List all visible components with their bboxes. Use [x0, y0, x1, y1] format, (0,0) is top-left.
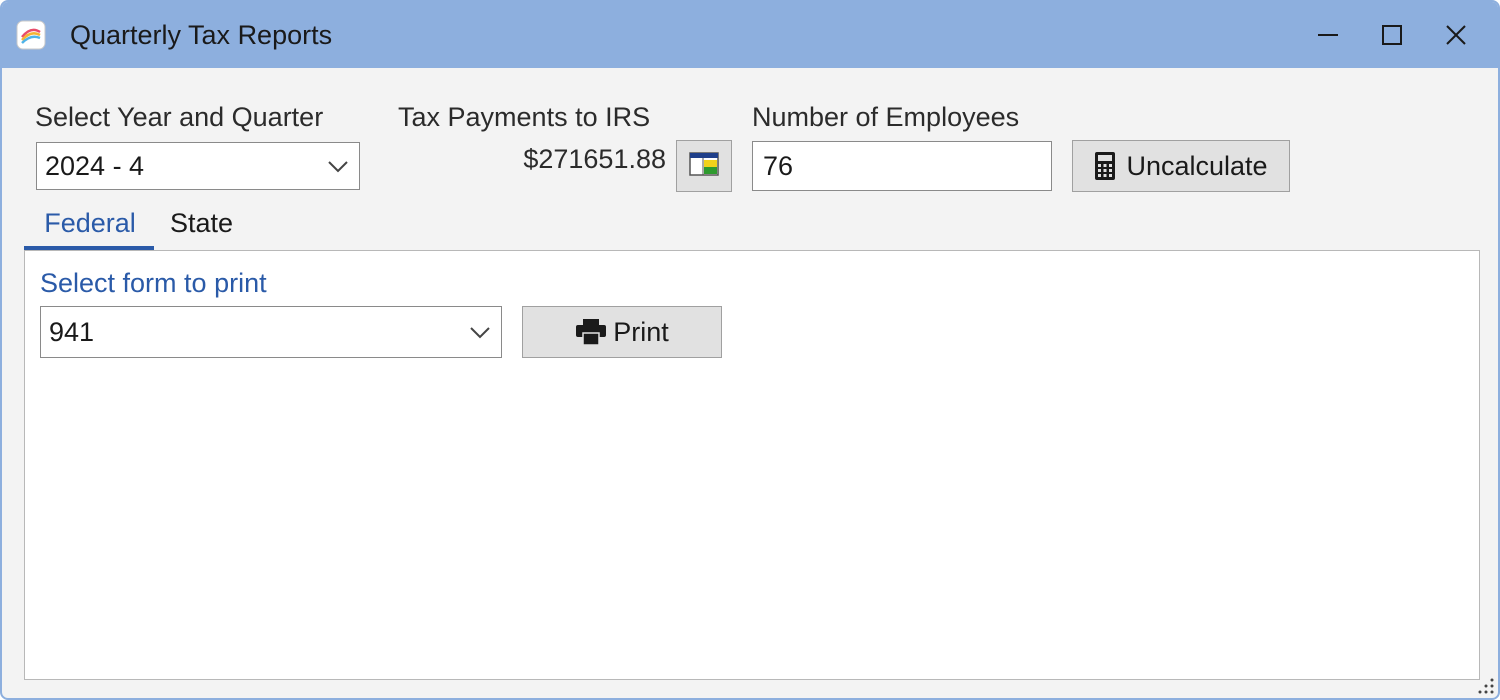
print-label: Print: [613, 316, 669, 347]
select-form-label: Select form to print: [40, 268, 267, 298]
chevron-down-icon: [327, 158, 349, 179]
form-select-value: 941: [49, 317, 95, 347]
printer-icon: [575, 318, 607, 346]
employees-label: Number of Employees: [752, 102, 1020, 132]
minimize-icon: [1316, 23, 1340, 47]
irs-payments-detail-button[interactable]: [676, 140, 732, 192]
year-quarter-value: 2024 - 4: [45, 151, 145, 181]
app-icon: [16, 20, 46, 50]
minimize-button[interactable]: [1300, 10, 1356, 60]
uncalculate-label: Uncalculate: [1126, 150, 1268, 181]
employees-input[interactable]: [752, 141, 1052, 191]
irs-payments-amount: $271651.88: [523, 144, 666, 174]
year-quarter-label: Select Year and Quarter: [35, 102, 324, 132]
quarterly-tax-reports-window: Quarterly Tax Reports Select Year and Qu…: [0, 0, 1500, 700]
maximize-icon: [1380, 23, 1404, 47]
calculator-icon: [1094, 151, 1116, 181]
print-button[interactable]: Print: [522, 306, 722, 358]
chevron-down-icon: [469, 324, 491, 345]
maximize-button[interactable]: [1364, 10, 1420, 60]
table-view-icon: [689, 151, 719, 181]
close-button[interactable]: [1428, 10, 1484, 60]
window-title: Quarterly Tax Reports: [70, 20, 333, 50]
tab-federal[interactable]: Federal: [26, 206, 154, 240]
form-select[interactable]: 941: [40, 306, 502, 358]
uncalculate-button[interactable]: Uncalculate: [1072, 140, 1290, 192]
title-bar[interactable]: Quarterly Tax Reports: [2, 2, 1498, 68]
year-quarter-select[interactable]: 2024 - 4: [36, 142, 360, 190]
close-icon: [1444, 23, 1468, 47]
tab-state[interactable]: State: [170, 206, 233, 240]
resize-grip-icon[interactable]: [1472, 672, 1496, 696]
irs-payments-label: Tax Payments to IRS: [398, 102, 651, 132]
